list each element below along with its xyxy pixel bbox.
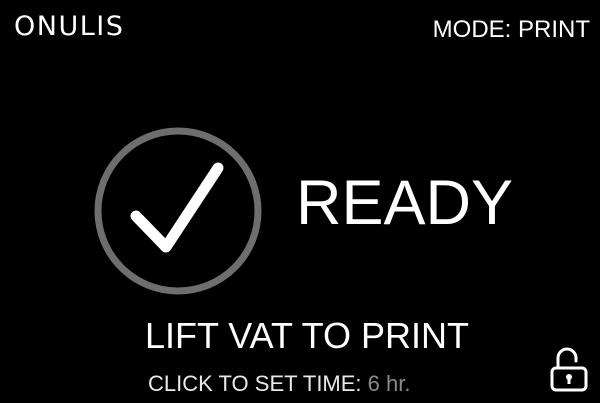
set-time-label: CLICK TO SET TIME: [148, 371, 362, 396]
instruction-text: LIFT VAT TO PRINT [144, 315, 470, 356]
brand-logo: ONULIS [14, 11, 125, 42]
print-time-value: 6 hr. [367, 371, 411, 396]
unlocked-padlock-icon[interactable] [549, 346, 589, 394]
status-label: READY [296, 168, 514, 238]
mode-indicator: MODE: PRINT [432, 16, 590, 43]
set-time-button[interactable]: CLICK TO SET TIME: 6 hr. [148, 373, 410, 395]
printer-screen: ONULIS MODE: PRINT READY LIFT VAT TO PRI… [0, 0, 600, 403]
checkmark-circle-icon [91, 124, 265, 298]
